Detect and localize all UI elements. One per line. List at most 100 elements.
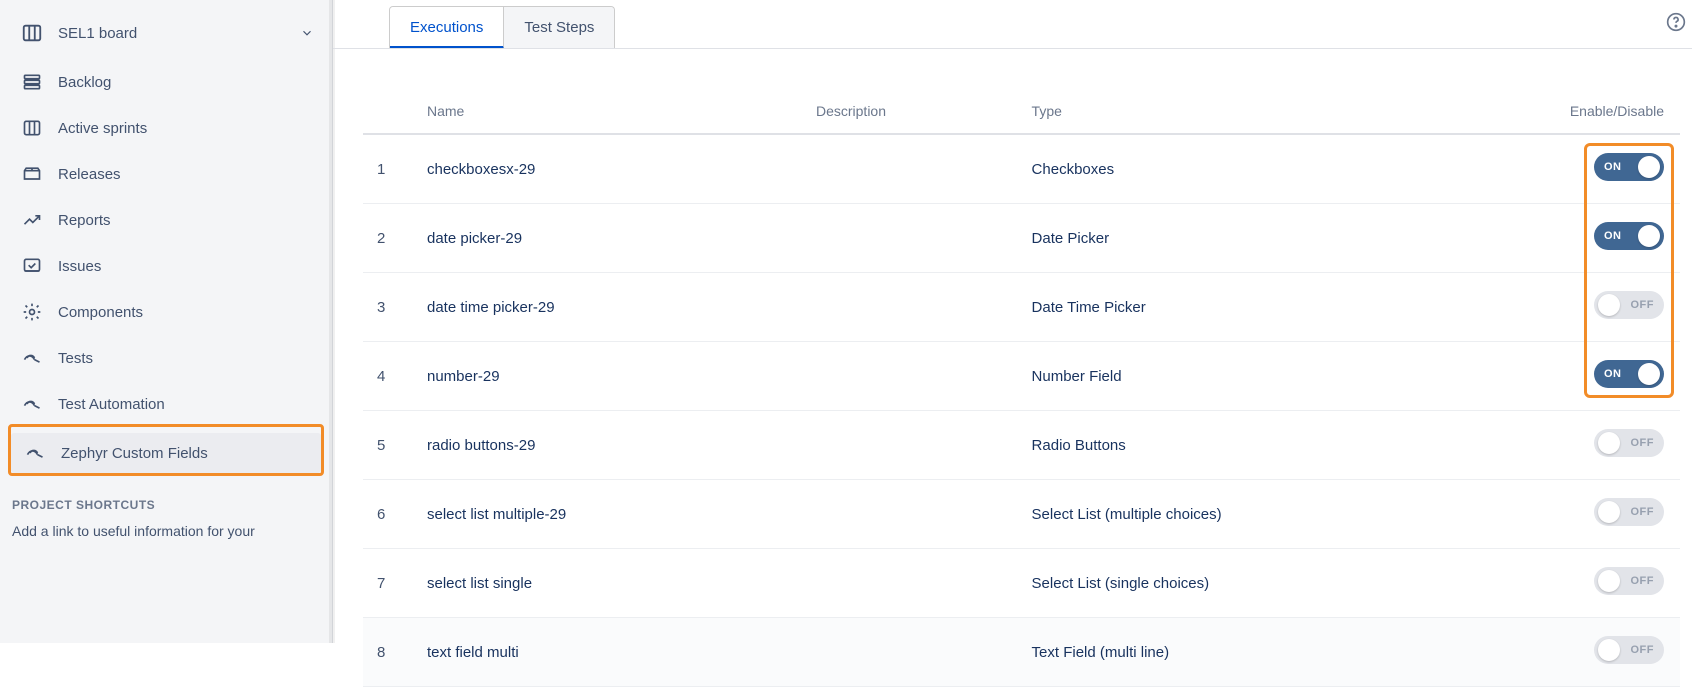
table-row: 4number-29Number FieldON (363, 342, 1680, 411)
sidebar-item-issues[interactable]: Issues (8, 246, 324, 286)
sidebar-item-label: Tests (58, 350, 93, 367)
table-row: 1checkboxesx-29 Checkboxes ON (363, 134, 1680, 204)
toggle-knob (1638, 363, 1660, 385)
tab-test-steps[interactable]: Test Steps (504, 7, 614, 48)
row-toggle-cell: OFF (1540, 618, 1680, 687)
row-type: Radio Buttons (1024, 411, 1540, 480)
row-index: 5 (363, 411, 419, 480)
row-description (808, 411, 1024, 480)
row-toggle-cell: OFF (1540, 480, 1680, 549)
enable-toggle[interactable]: OFF (1594, 429, 1664, 457)
sidebar-item-label: Reports (58, 212, 111, 229)
toggle-knob (1598, 432, 1620, 454)
row-description (808, 134, 1024, 204)
sidebar-item-components[interactable]: Components (8, 292, 324, 332)
row-description (808, 204, 1024, 273)
shortcuts-heading: PROJECT SHORTCUTS (12, 498, 320, 512)
row-toggle-cell: ON (1540, 342, 1680, 411)
row-index: 6 (363, 480, 419, 549)
enable-toggle[interactable]: OFF (1594, 498, 1664, 526)
table-row: 6select list multiple-29 Select List (mul… (363, 480, 1680, 549)
test-automation-icon (20, 394, 44, 414)
row-name: date time picker-29 (419, 273, 808, 342)
toggle-label: OFF (1631, 299, 1655, 311)
enable-toggle[interactable]: OFF (1594, 636, 1664, 664)
table-row: 7select list singleSelect List (single c… (363, 549, 1680, 618)
sidebar-item-zephyr-custom-fields[interactable]: Zephyr Custom Fields (11, 433, 321, 473)
row-toggle-cell: ON (1540, 204, 1680, 273)
chevron-down-icon (300, 26, 314, 40)
enable-toggle[interactable]: ON (1594, 360, 1664, 388)
releases-icon (20, 164, 44, 184)
sidebar-item-reports[interactable]: Reports (8, 200, 324, 240)
row-name: radio buttons-29 (419, 411, 808, 480)
tabs: ExecutionsTest Steps (389, 6, 615, 48)
sidebar-item-tests[interactable]: Tests (8, 338, 324, 378)
row-name: date picker-29 (419, 204, 808, 273)
sidebar-item-active-sprints[interactable]: Active sprints (8, 108, 324, 148)
enable-toggle[interactable]: ON (1594, 153, 1664, 181)
help-icon[interactable] (1666, 12, 1686, 32)
toggle-knob (1638, 225, 1660, 247)
row-index: 4 (363, 342, 419, 411)
tab-executions[interactable]: Executions (390, 7, 504, 48)
sidebar-item-label: Releases (58, 166, 121, 183)
col-enable: Enable/Disable (1540, 89, 1680, 134)
row-type: Select List (multiple choices) (1024, 480, 1540, 549)
col-name: Name (419, 89, 808, 134)
toggle-label: OFF (1631, 506, 1655, 518)
sidebar-item-label: Issues (58, 258, 101, 275)
col-index (363, 89, 419, 134)
board-icon (20, 22, 44, 44)
row-type: Select List (single choices) (1024, 549, 1540, 618)
row-index: 3 (363, 273, 419, 342)
board-selector[interactable]: SEL1 board (8, 10, 324, 56)
toggle-label: OFF (1631, 644, 1655, 656)
main-content: ExecutionsTest Steps Name Description Ty… (333, 0, 1704, 643)
sidebar-item-backlog[interactable]: Backlog (8, 62, 324, 102)
toggle-knob (1638, 156, 1660, 178)
custom-fields-table: Name Description Type Enable/Disable 1ch… (363, 89, 1680, 687)
board-title: SEL1 board (58, 25, 300, 42)
row-type: Text Field (multi line) (1024, 618, 1540, 687)
zephyr-custom-fields-icon (23, 443, 47, 463)
row-description (808, 342, 1024, 411)
sidebar-item-test-automation[interactable]: Test Automation (8, 384, 324, 424)
backlog-icon (20, 72, 44, 92)
components-icon (20, 302, 44, 322)
shortcuts-text: Add a link to useful information for you… (12, 522, 320, 542)
row-name: number-29 (419, 342, 808, 411)
row-index: 2 (363, 204, 419, 273)
col-description: Description (808, 89, 1024, 134)
sidebar-item-label: Components (58, 304, 143, 321)
sidebar-item-label: Test Automation (58, 396, 165, 413)
sidebar-item-releases[interactable]: Releases (8, 154, 324, 194)
toggle-knob (1598, 501, 1620, 523)
sidebar-item-label: Backlog (58, 74, 111, 91)
enable-toggle[interactable]: ON (1594, 222, 1664, 250)
toggle-knob (1598, 294, 1620, 316)
toggle-label: ON (1604, 368, 1622, 380)
row-description (808, 618, 1024, 687)
toggle-label: ON (1604, 230, 1622, 242)
row-index: 1 (363, 134, 419, 204)
sidebar: SEL1 board Backlog Active sprints Releases… (0, 0, 333, 643)
enable-toggle[interactable]: OFF (1594, 291, 1664, 319)
row-index: 7 (363, 549, 419, 618)
table-row: 5radio buttons-29 Radio Buttons OFF (363, 411, 1680, 480)
row-type: Checkboxes (1024, 134, 1540, 204)
active-sprints-icon (20, 118, 44, 138)
toggle-knob (1598, 570, 1620, 592)
row-name: select list multiple-29 (419, 480, 808, 549)
row-toggle-cell: ON (1540, 134, 1680, 204)
row-name: checkboxesx-29 (419, 134, 808, 204)
sidebar-highlight: Zephyr Custom Fields (8, 424, 324, 476)
table-row: 3date time picker-29Date Time PickerOFF (363, 273, 1680, 342)
row-index: 8 (363, 618, 419, 687)
row-description (808, 549, 1024, 618)
issues-icon (20, 256, 44, 276)
enable-toggle[interactable]: OFF (1594, 567, 1664, 595)
project-shortcuts: PROJECT SHORTCUTS Add a link to useful i… (0, 476, 332, 542)
row-description (808, 273, 1024, 342)
row-toggle-cell: OFF (1540, 273, 1680, 342)
